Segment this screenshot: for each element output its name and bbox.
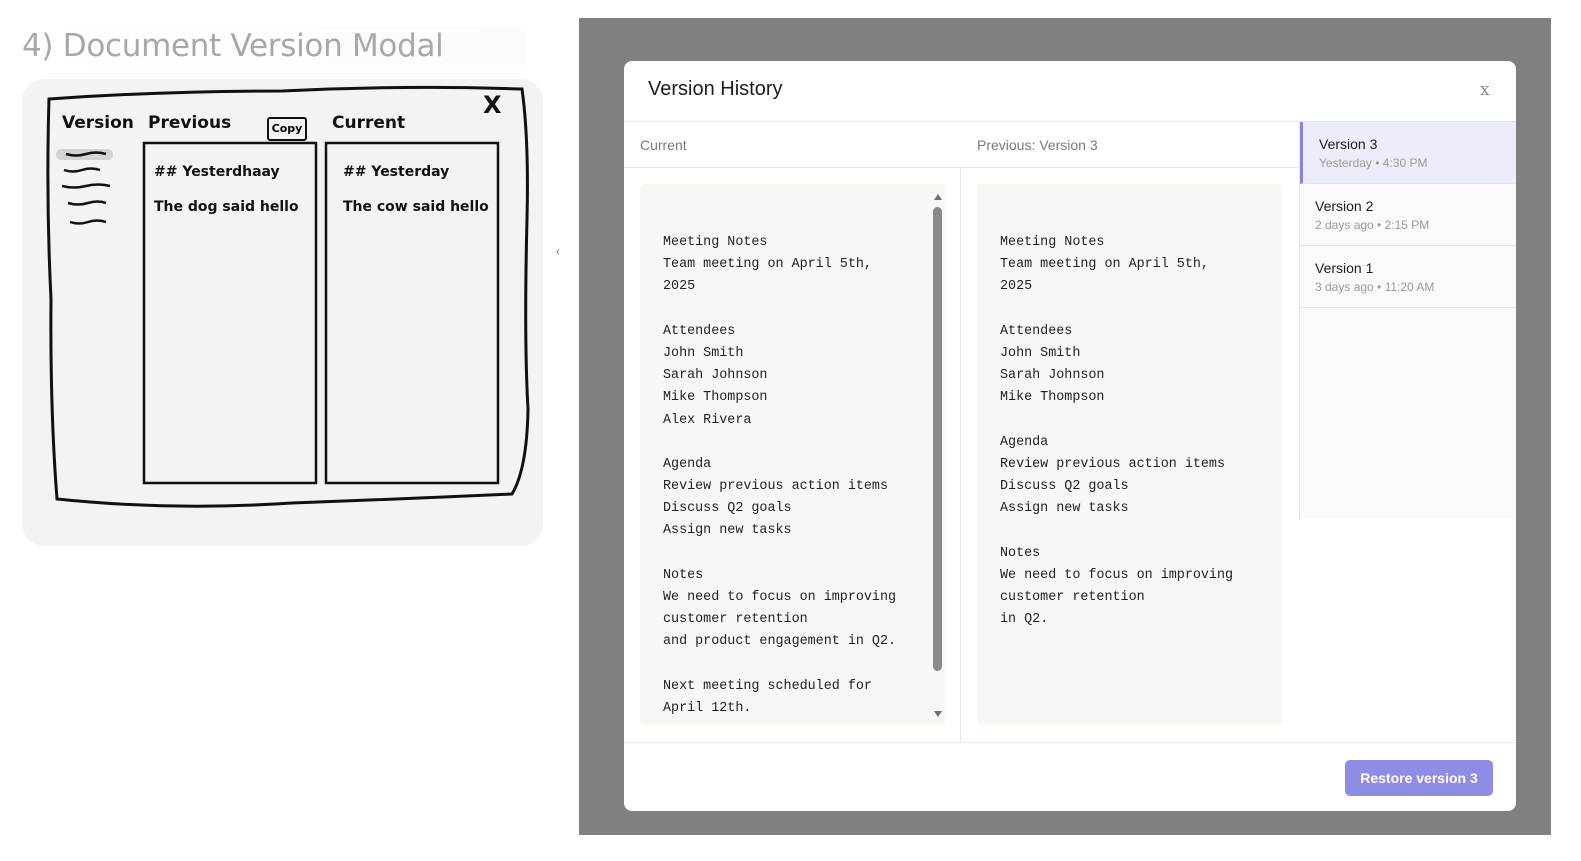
document-line: Review previous action items: [663, 479, 888, 495]
document-line: and product engagement in Q2.: [663, 634, 897, 650]
collapse-arrow-icon[interactable]: ‹: [556, 244, 560, 258]
document-line: 2025: [663, 279, 696, 295]
document-line: customer retention: [663, 612, 808, 628]
document-line: [663, 432, 896, 454]
document-line: 2025: [1000, 279, 1033, 295]
restore-version-button[interactable]: Restore version 3: [1345, 760, 1493, 796]
document-line: Meeting Notes: [1000, 235, 1105, 250]
previous-document-text: Meeting Notes Team meeting on April 5th, 2…: [1000, 232, 1233, 631]
document-line: John Smith: [1000, 345, 1081, 361]
document-line: [1000, 410, 1233, 432]
version-timestamp: 2 days ago • 2:15 PM: [1315, 218, 1430, 232]
version-name: Version 2: [1315, 198, 1374, 214]
document-line: [663, 299, 896, 321]
modal-header: Version History x: [624, 61, 1516, 122]
document-line: in Q2.: [1000, 612, 1049, 628]
sketch-prev-heading: ## Yesterdhaay: [154, 164, 280, 180]
scrollbar[interactable]: [932, 184, 944, 725]
scroll-up-icon[interactable]: [934, 194, 942, 200]
document-line: Notes: [663, 567, 704, 583]
document-line: Sarah Johnson: [663, 368, 768, 384]
version-timestamp: 3 days ago • 11:20 AM: [1315, 280, 1435, 294]
document-line: Attendees: [663, 323, 736, 339]
scroll-down-icon[interactable]: [934, 711, 942, 717]
document-line: Meeting Notes: [663, 235, 768, 250]
document-line: We need to focus on improving: [663, 590, 897, 605]
version-item-2[interactable]: Version 2 2 days ago • 2:15 PM: [1300, 184, 1516, 246]
sketch-curr-body: The cow said hello: [343, 199, 489, 215]
document-line: [663, 543, 896, 565]
document-line: We need to focus on improving: [1000, 567, 1234, 583]
document-line: Team meeting on April 5th,: [1000, 257, 1209, 273]
document-line: [1000, 299, 1233, 321]
version-name: Version 1: [1315, 260, 1374, 276]
sketch-title: 4) Document Version Modal: [22, 26, 527, 66]
sketch-copy-button: Copy: [267, 117, 307, 141]
close-icon[interactable]: x: [1480, 80, 1490, 100]
modal-title: Version History: [648, 78, 783, 100]
document-line: Alex Rivera: [663, 412, 752, 428]
document-line: Agenda: [1000, 434, 1049, 450]
sketch-col-previous: Previous: [148, 113, 232, 133]
sketch-drawing: [46, 85, 530, 508]
document-line: April 12th.: [663, 700, 752, 716]
column-divider: [960, 168, 961, 742]
document-line: Assign new tasks: [663, 523, 792, 539]
current-document-panel[interactable]: Meeting Notes Team meeting on April 5th, 2…: [640, 184, 945, 725]
version-item-3[interactable]: Version 3 Yesterday • 4:30 PM: [1300, 122, 1516, 184]
column-header-divider: [624, 167, 1299, 168]
document-line: [1000, 520, 1233, 542]
version-list: Version 3 Yesterday • 4:30 PM Version 2 …: [1299, 122, 1516, 519]
version-history-modal: Version History x Current Previous: Vers…: [624, 61, 1516, 811]
version-timestamp: Yesterday • 4:30 PM: [1319, 156, 1428, 170]
sketch-col-version: Version: [62, 113, 134, 133]
document-line: Team meeting on April 5th,: [663, 257, 872, 273]
document-line: Discuss Q2 goals: [663, 501, 792, 517]
document-line: Review previous action items: [1000, 456, 1225, 472]
document-line: Next meeting scheduled for: [663, 678, 872, 694]
document-line: Attendees: [1000, 323, 1073, 339]
sketch-prev-body: The dog said hello: [154, 199, 299, 215]
sketch-close-icon: X: [483, 91, 502, 119]
sketch-curr-heading: ## Yesterday: [343, 164, 450, 180]
current-column-header: Current: [640, 137, 687, 153]
version-item-1[interactable]: Version 1 3 days ago • 11:20 AM: [1300, 246, 1516, 308]
sketch-wireframe: Version Previous Copy Current X ## Yeste…: [22, 79, 543, 546]
current-document-text: Meeting Notes Team meeting on April 5th, 2…: [663, 232, 896, 720]
document-line: Notes: [1000, 545, 1041, 561]
scrollbar-thumb[interactable]: [933, 207, 942, 671]
version-name: Version 3: [1319, 136, 1378, 152]
document-line: Sarah Johnson: [1000, 368, 1105, 384]
sketch-col-current: Current: [332, 113, 406, 133]
document-line: Agenda: [663, 456, 712, 472]
document-line: Mike Thompson: [1000, 390, 1105, 406]
footer-divider: [624, 742, 1516, 743]
previous-document-panel[interactable]: Meeting Notes Team meeting on April 5th, 2…: [977, 184, 1282, 725]
document-line: Assign new tasks: [1000, 501, 1129, 517]
document-line: Mike Thompson: [663, 390, 768, 406]
previous-column-header: Previous: Version 3: [977, 137, 1098, 153]
document-line: Discuss Q2 goals: [1000, 479, 1129, 495]
document-line: [663, 654, 896, 676]
document-line: customer retention: [1000, 590, 1145, 605]
document-line: John Smith: [663, 345, 744, 361]
